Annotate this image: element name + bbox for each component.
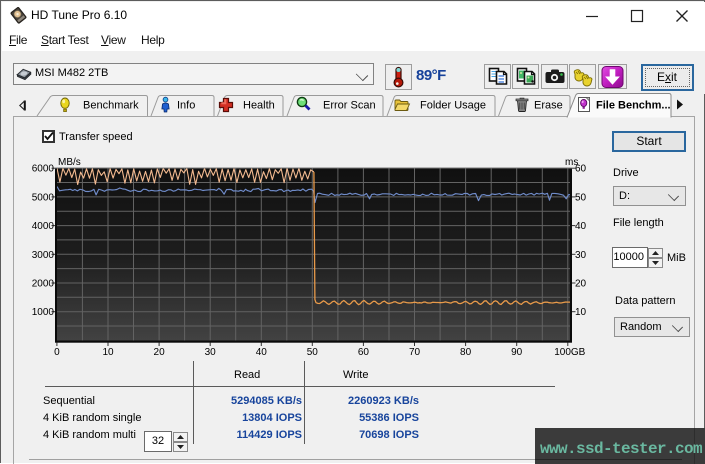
svg-text:80: 80: [460, 347, 472, 358]
svg-text:MB/s: MB/s: [58, 157, 81, 168]
svg-text:Health: Health: [243, 100, 275, 112]
svg-text:50: 50: [575, 192, 587, 203]
svg-text:70: 70: [409, 347, 421, 358]
svg-text:60: 60: [575, 164, 587, 175]
svg-text:6000: 6000: [32, 164, 55, 175]
svg-text:Erase: Erase: [534, 100, 563, 112]
svg-text:Error Scan: Error Scan: [323, 100, 376, 112]
svg-text:20: 20: [154, 347, 166, 358]
svg-text:5000: 5000: [32, 192, 55, 203]
svg-text:10: 10: [575, 307, 587, 318]
svg-text:50: 50: [307, 347, 319, 358]
svg-text:4000: 4000: [32, 221, 55, 232]
svg-text:2000: 2000: [32, 279, 55, 290]
svg-text:20: 20: [575, 279, 587, 290]
svg-text:40: 40: [256, 347, 268, 358]
svg-text:1000: 1000: [32, 307, 55, 318]
svg-text:Info: Info: [177, 100, 195, 112]
svg-text:0: 0: [54, 347, 60, 358]
svg-text:40: 40: [575, 221, 587, 232]
svg-text:File Benchm...: File Benchm...: [596, 100, 671, 112]
svg-text:Folder Usage: Folder Usage: [420, 100, 486, 112]
svg-text:90: 90: [511, 347, 523, 358]
svg-text:Benchmark: Benchmark: [83, 100, 139, 112]
svg-text:10: 10: [102, 347, 114, 358]
svg-text:30: 30: [575, 250, 587, 261]
svg-text:100GB: 100GB: [554, 347, 585, 358]
svg-text:30: 30: [205, 347, 217, 358]
svg-text:60: 60: [358, 347, 370, 358]
svg-text:3000: 3000: [32, 250, 55, 261]
